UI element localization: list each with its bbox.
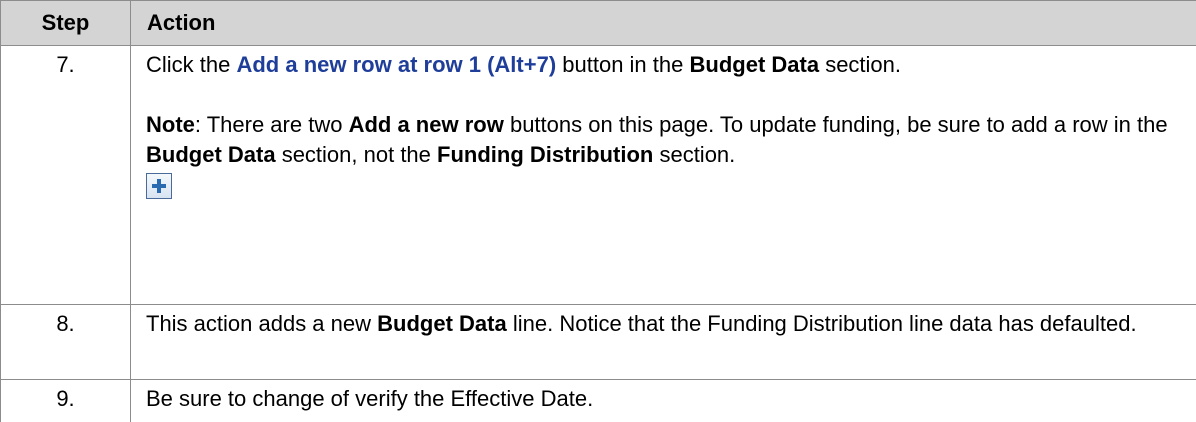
note-section-reference: Budget Data — [146, 142, 276, 167]
step-action: Click the Add a new row at row 1 (Alt+7)… — [131, 46, 1196, 305]
instruction-text: line. Notice that the Funding Distributi… — [513, 311, 1137, 336]
steps-table: Step Action 7. Click the Add a new row a… — [0, 0, 1196, 422]
table-row: 7. Click the Add a new row at row 1 (Alt… — [1, 46, 1196, 305]
instruction-text: This action adds a new — [146, 311, 371, 336]
note-button-reference: Add a new row — [349, 112, 504, 137]
section-reference: Budget Data — [377, 311, 507, 336]
table-row: 9. Be sure to change of verify the Effec… — [1, 380, 1196, 422]
note-section-reference: Funding Distribution — [437, 142, 653, 167]
plus-icon — [150, 177, 168, 195]
section-reference: Budget Data — [690, 52, 820, 77]
button-reference: Add a new row at row 1 (Alt+7) — [236, 52, 556, 77]
add-row-plus-icon[interactable] — [146, 173, 172, 199]
step-action: This action adds a new Budget Data line.… — [131, 305, 1196, 380]
table-header-row: Step Action — [1, 1, 1196, 46]
note-text: : There are two — [195, 112, 343, 137]
step-number: 7. — [1, 46, 131, 305]
instruction-paragraph: Click the Add a new row at row 1 (Alt+7)… — [146, 50, 1176, 80]
step-number: 9. — [1, 380, 131, 422]
header-action: Action — [131, 1, 1196, 46]
note-text: section. — [659, 142, 735, 167]
instruction-text: Click the — [146, 52, 230, 77]
note-text: section, not the — [282, 142, 431, 167]
step-action: Be sure to change of verify the Effectiv… — [131, 380, 1196, 422]
instruction-text: button in the — [562, 52, 683, 77]
paragraph-gap — [146, 80, 1176, 110]
table-row: 8. This action adds a new Budget Data li… — [1, 305, 1196, 380]
instruction-paragraph: This action adds a new Budget Data line.… — [146, 309, 1176, 339]
header-step: Step — [1, 1, 131, 46]
step-number: 8. — [1, 305, 131, 380]
note-label: Note — [146, 112, 195, 137]
instruction-text: section. — [825, 52, 901, 77]
note-paragraph: Note: There are two Add a new row button… — [146, 110, 1176, 170]
instruction-text: Be sure to change of verify the Effectiv… — [146, 386, 593, 411]
note-text: buttons on this page. To update funding,… — [510, 112, 1168, 137]
